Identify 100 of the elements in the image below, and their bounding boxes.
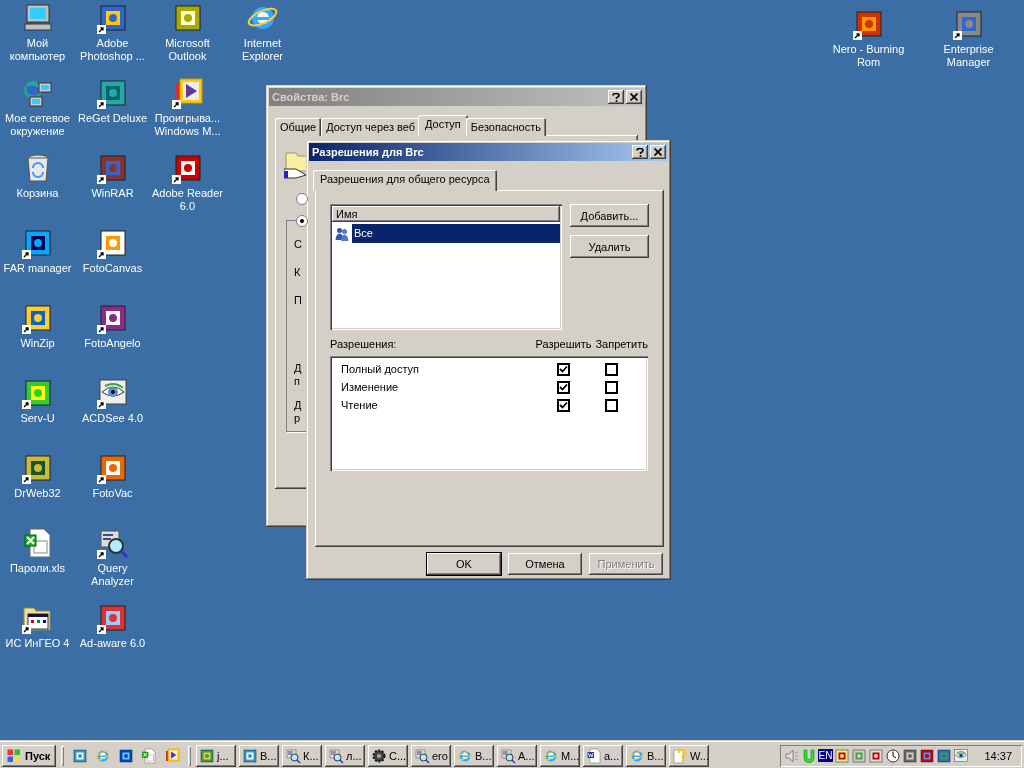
icon-label[interactable]: ACDSee 4.0 bbox=[75, 412, 150, 425]
windows-logo-icon bbox=[6, 747, 22, 764]
icon-label[interactable]: Enterprise Manager bbox=[931, 43, 1006, 69]
icon-label[interactable]: Internet Explorer bbox=[225, 37, 300, 63]
icon-label[interactable]: Мое сетевое окружение bbox=[0, 112, 75, 138]
radio-button[interactable] bbox=[296, 215, 308, 227]
tab[interactable]: Доступ bbox=[418, 115, 468, 136]
quick-launch-button[interactable] bbox=[141, 747, 157, 764]
taskbar-button[interactable]: ero bbox=[411, 744, 451, 767]
eye-icon bbox=[953, 747, 970, 764]
label-text: Д bbox=[294, 399, 302, 412]
icon-label[interactable]: ИС ИнГЕО 4 bbox=[0, 637, 75, 650]
u-letter-shape-icon bbox=[800, 747, 817, 764]
question-mark-icon bbox=[636, 147, 644, 157]
tab[interactable]: Безопасность bbox=[465, 118, 546, 136]
label-text: п bbox=[294, 375, 300, 388]
magnifier-icon bbox=[414, 747, 430, 764]
permission-name: Изменение bbox=[340, 381, 400, 393]
icon-label[interactable]: WinRAR bbox=[75, 187, 150, 200]
checkbox[interactable] bbox=[604, 380, 618, 394]
icon-label[interactable]: FotoVac bbox=[75, 487, 150, 500]
column-label: Запретить bbox=[595, 338, 648, 350]
close-icon bbox=[654, 148, 662, 156]
taskbar-button[interactable]: А... bbox=[497, 744, 537, 767]
clock-icon bbox=[885, 747, 902, 764]
quick-launch-button[interactable] bbox=[72, 747, 88, 764]
icon-label[interactable]: Пароли.xls bbox=[0, 562, 75, 575]
checkbox[interactable] bbox=[604, 398, 618, 412]
quick-launch-button[interactable] bbox=[118, 747, 134, 764]
tab[interactable]: Общие bbox=[275, 118, 322, 136]
icon-label[interactable]: Adobe Photoshop ... bbox=[75, 37, 150, 63]
dialog-button[interactable]: Удалить bbox=[570, 235, 649, 258]
start-button[interactable]: Пуск bbox=[2, 744, 56, 767]
taskbar-button[interactable]: В... bbox=[239, 744, 279, 767]
dialog-button[interactable]: Добавить... bbox=[570, 204, 649, 227]
people-icon bbox=[334, 225, 350, 242]
taskbar-button[interactable]: М... bbox=[540, 744, 580, 767]
app-icon bbox=[72, 747, 88, 764]
taskbar-button[interactable]: a... bbox=[583, 744, 623, 767]
icon-label[interactable]: Serv-U bbox=[0, 412, 75, 425]
language-indicator[interactable]: EN bbox=[817, 749, 834, 762]
icon-label[interactable]: Мой компьютер bbox=[0, 37, 75, 63]
clock-time: 14:37 bbox=[984, 749, 1012, 762]
taskbar-button[interactable]: j... bbox=[196, 744, 236, 767]
window-title: Свойства: Brc bbox=[272, 91, 350, 103]
radio-button[interactable] bbox=[296, 193, 308, 205]
label-text: Д bbox=[294, 362, 302, 375]
icon-label[interactable]: Query Analyzer bbox=[75, 562, 150, 588]
column-header[interactable]: Имя bbox=[332, 206, 560, 222]
column-label: Разрешить bbox=[535, 338, 592, 350]
icon-label[interactable]: Adobe Reader 6.0 bbox=[150, 187, 225, 213]
checkbox[interactable] bbox=[556, 362, 570, 376]
app-icon bbox=[868, 747, 885, 764]
checkbox[interactable] bbox=[556, 380, 570, 394]
icon-label[interactable]: Microsoft Outlook bbox=[150, 37, 225, 63]
icon-label[interactable]: Корзина bbox=[0, 187, 75, 200]
magnifier-icon bbox=[500, 747, 516, 764]
spreadsheet-icon bbox=[141, 747, 157, 764]
close-button[interactable] bbox=[626, 90, 642, 104]
magnifier-icon bbox=[285, 747, 301, 764]
checkbox[interactable] bbox=[556, 398, 570, 412]
icon-label[interactable]: FotoAngelo bbox=[75, 337, 150, 350]
play-icon bbox=[164, 747, 180, 764]
list-item[interactable]: Все bbox=[352, 224, 560, 243]
icon-label[interactable]: Ad-aware 6.0 bbox=[75, 637, 150, 650]
app-icon bbox=[199, 747, 215, 764]
help-button[interactable] bbox=[608, 90, 624, 104]
app-icon bbox=[118, 747, 134, 764]
quick-launch-button[interactable] bbox=[164, 747, 180, 764]
taskbar-button[interactable]: В... bbox=[626, 744, 666, 767]
icon-label[interactable]: Проигрыва... Windows M... bbox=[150, 112, 225, 138]
close-button[interactable] bbox=[650, 145, 666, 159]
window-title: Разрешения для Brc bbox=[312, 146, 424, 158]
word-document-icon bbox=[586, 747, 602, 764]
icon-label[interactable]: WinZip bbox=[0, 337, 75, 350]
permission-name: Полный доступ bbox=[340, 363, 421, 375]
icon-label[interactable]: ReGet Deluxe bbox=[75, 112, 150, 125]
question-document-icon bbox=[672, 747, 688, 764]
taskbar-button[interactable]: л... bbox=[325, 744, 365, 767]
permissions-label: Разрешения: bbox=[330, 338, 397, 350]
taskbar-button[interactable]: С... bbox=[368, 744, 408, 767]
icon-label[interactable]: FAR manager bbox=[0, 262, 75, 275]
permission-name: Чтение bbox=[340, 399, 379, 411]
tab[interactable]: Доступ через веб bbox=[321, 118, 420, 136]
taskbar-button[interactable]: В... bbox=[454, 744, 494, 767]
taskbar-button[interactable]: К... bbox=[282, 744, 322, 767]
help-button[interactable] bbox=[632, 145, 648, 159]
icon-label[interactable]: FotoCanvas bbox=[75, 262, 150, 275]
gear-icon bbox=[371, 747, 387, 764]
taskbar-button[interactable]: W... bbox=[669, 744, 709, 767]
icon-label[interactable]: Nero - Burning Rom bbox=[831, 43, 906, 69]
app-icon bbox=[902, 747, 919, 764]
icon-label[interactable]: DrWeb32 bbox=[0, 487, 75, 500]
checkbox[interactable] bbox=[604, 362, 618, 376]
label-text: С bbox=[294, 238, 302, 251]
dialog-button[interactable]: Отмена bbox=[508, 553, 582, 575]
speaker-icon bbox=[783, 747, 800, 764]
magnifier-icon bbox=[328, 747, 344, 764]
tab[interactable]: Разрешения для общего ресурса bbox=[313, 170, 497, 191]
dialog-button[interactable]: OK bbox=[427, 553, 501, 575]
